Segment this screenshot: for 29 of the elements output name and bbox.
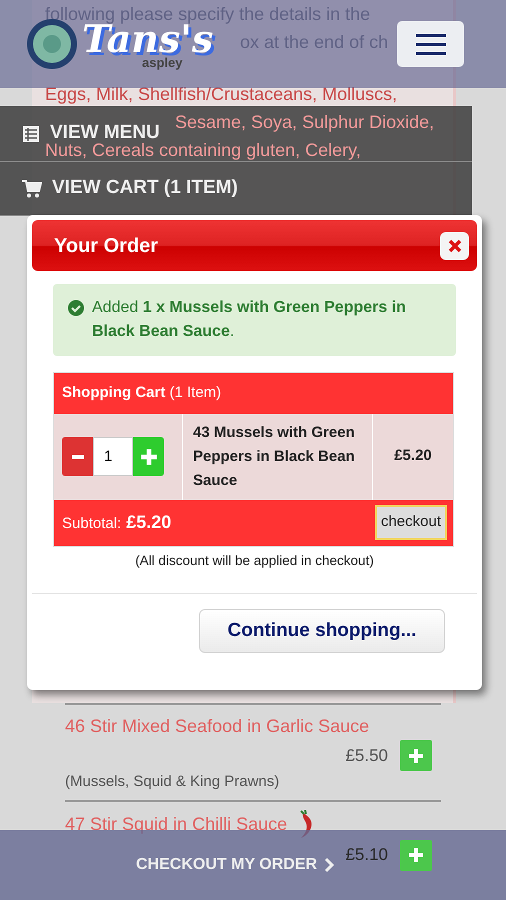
quantity-field[interactable]: 1	[93, 437, 133, 476]
cart-item-price: £5.20	[394, 446, 432, 466]
allergen-text: Sesame, Soya, Sulphur Dioxide,	[175, 111, 434, 134]
list-icon	[22, 124, 40, 142]
chevron-right-icon	[323, 857, 336, 873]
dish-title: 46 Stir Mixed Seafood in Garlic Sauce	[65, 715, 370, 738]
allergen-text: Eggs, Milk, Shellfish/Crustaceans, Molluscs,	[45, 83, 398, 106]
menu-button[interactable]	[397, 21, 464, 67]
continue-shopping-button[interactable]: Continue shopping...	[199, 608, 445, 653]
alert-message: Added 1 x Mussels with Green Peppers in Black Bean Sauce.	[92, 298, 407, 342]
subtotal-value: £5.20	[126, 512, 172, 532]
cart-icon	[22, 180, 42, 198]
plus-icon	[408, 748, 424, 764]
allergen-text: Nuts, Cereals containing gluten, Celery,	[45, 139, 361, 162]
dish-price: £5.10	[345, 844, 388, 866]
cart-title: Shopping Cart (1 Item)	[62, 384, 222, 401]
dish-price: £5.50	[345, 744, 388, 767]
check-circle-icon	[68, 300, 84, 316]
discount-note: (All discount will be applied in checkout)	[134, 552, 375, 570]
logo-subtext: aspley	[142, 56, 184, 68]
plus-icon	[408, 847, 424, 863]
close-icon	[448, 238, 462, 252]
subtotal-label: Subtotal:	[62, 515, 122, 532]
plus-icon	[140, 448, 158, 466]
close-button[interactable]	[440, 232, 469, 260]
dish-description: (Mussels, Squid & King Prawns)	[65, 772, 280, 792]
decrease-button[interactable]	[62, 437, 93, 476]
checkout-button[interactable]: checkout	[374, 505, 447, 540]
dialog-title: Your Order	[54, 234, 158, 258]
